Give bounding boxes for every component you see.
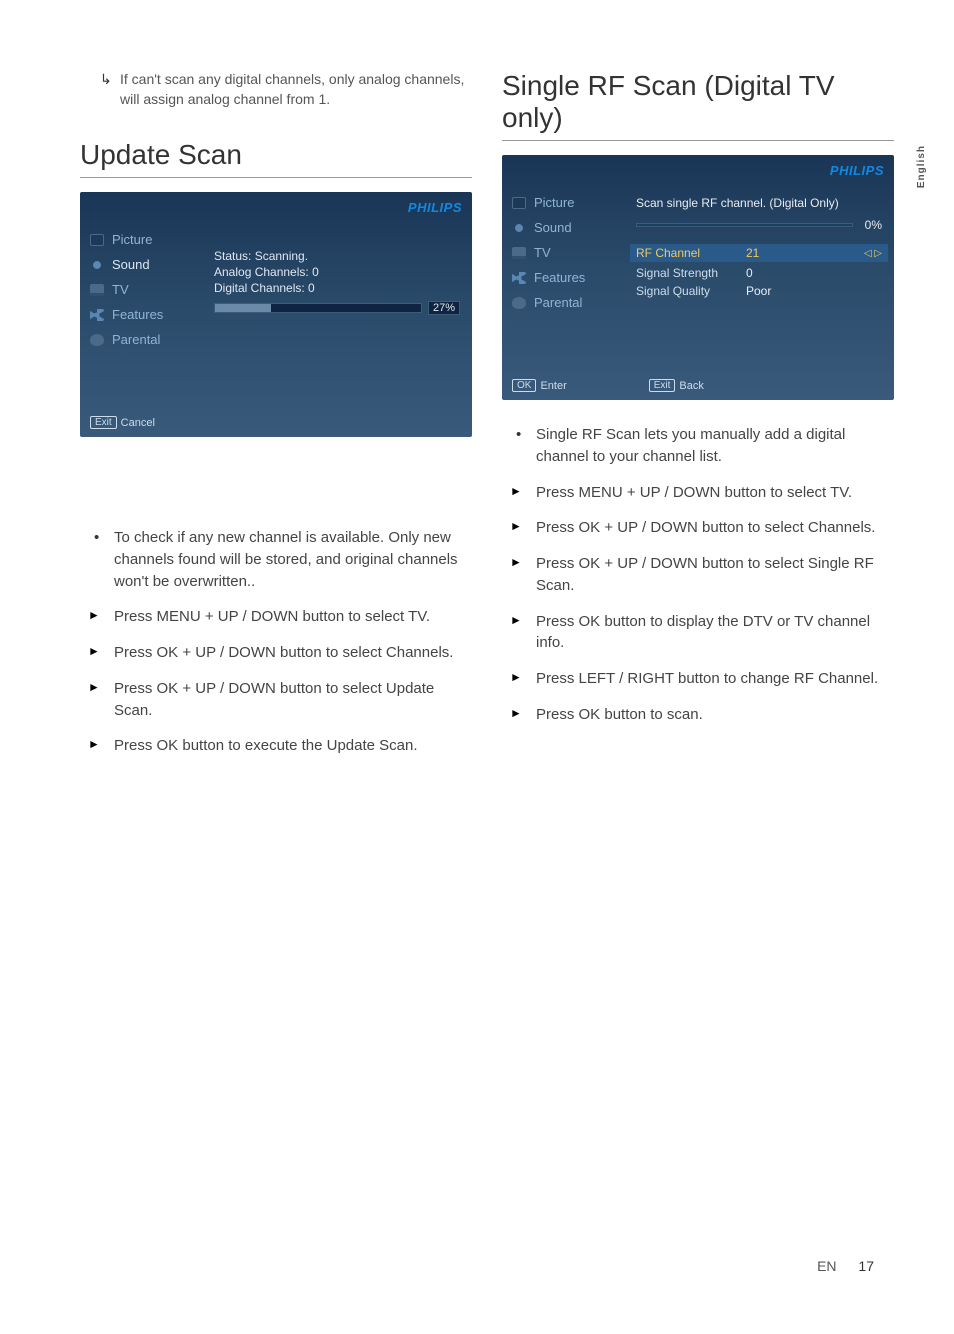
list-item: Press OK + UP / DOWN button to select Ch… bbox=[502, 517, 894, 539]
sidebar-label: Parental bbox=[534, 295, 582, 310]
rf-bar-wrap: 0% bbox=[636, 218, 882, 232]
signal-quality-row: Signal Quality Poor bbox=[636, 282, 882, 300]
cancel-label: Cancel bbox=[121, 417, 155, 429]
sound-icon bbox=[512, 222, 526, 234]
footer-page: 17 bbox=[858, 1258, 874, 1274]
tv-icon bbox=[512, 247, 526, 259]
sound-icon bbox=[90, 259, 104, 271]
lr-arrows-icon: ◁ ▷ bbox=[864, 248, 882, 259]
sidebar-label: Picture bbox=[112, 232, 152, 247]
parental-icon bbox=[512, 297, 526, 309]
status-line: Status: Scanning. bbox=[214, 249, 460, 263]
tv-sidebar: Picture Sound TV Features Parental bbox=[502, 182, 622, 323]
signal-strength-label: Signal Strength bbox=[636, 266, 746, 280]
sidebar-sound: Sound bbox=[80, 252, 200, 277]
sidebar-label: Features bbox=[534, 270, 585, 285]
page-footer: EN 17 bbox=[817, 1258, 874, 1274]
sidebar-label: Sound bbox=[534, 220, 572, 235]
signal-strength-value: 0 bbox=[746, 266, 753, 280]
rf-heading: Scan single RF channel. (Digital Only) bbox=[636, 196, 882, 210]
signal-quality-value: Poor bbox=[746, 284, 771, 298]
tv-content: Status: Scanning. Analog Channels: 0 Dig… bbox=[200, 219, 472, 360]
features-icon bbox=[90, 309, 104, 321]
list-item: Press MENU + UP / DOWN button to select … bbox=[80, 606, 472, 628]
tv-content: Scan single RF channel. (Digital Only) 0… bbox=[622, 182, 894, 323]
rf-pct: 0% bbox=[865, 218, 882, 232]
update-scan-steps: To check if any new channel is available… bbox=[80, 527, 472, 757]
update-scan-screenshot: PHILIPS Picture Sound TV Features Parent… bbox=[80, 192, 472, 437]
list-item: Single RF Scan lets you manually add a d… bbox=[502, 424, 894, 468]
rf-channel-row: RF Channel 21 ◁ ▷ bbox=[630, 244, 888, 262]
tv-footer: Exit Cancel bbox=[90, 416, 171, 429]
list-item: Press OK button to display the DTV or TV… bbox=[502, 611, 894, 655]
picture-icon bbox=[90, 234, 104, 246]
language-tab: English bbox=[916, 145, 927, 188]
signal-strength-row: Signal Strength 0 bbox=[636, 264, 882, 282]
update-scan-heading: Update Scan bbox=[80, 139, 472, 178]
parental-icon bbox=[90, 334, 104, 346]
rf-channel-value: 21 bbox=[746, 246, 864, 260]
hook-arrow-icon: ↳ bbox=[100, 70, 112, 90]
signal-quality-label: Signal Quality bbox=[636, 284, 746, 298]
footer-lang: EN bbox=[817, 1258, 836, 1274]
exit-key: Exit bbox=[90, 416, 117, 429]
list-item: Press OK + UP / DOWN button to select Ch… bbox=[80, 642, 472, 664]
tv-icon bbox=[90, 284, 104, 296]
enter-label: Enter bbox=[540, 380, 566, 392]
tv-footer: OK Enter Exit Back bbox=[512, 379, 720, 392]
page: ↳ If can't scan any digital channels, on… bbox=[0, 0, 954, 811]
intro-note: ↳ If can't scan any digital channels, on… bbox=[80, 70, 472, 109]
tv-sidebar: Picture Sound TV Features Parental bbox=[80, 219, 200, 360]
sidebar-label: TV bbox=[112, 282, 129, 297]
left-column: ↳ If can't scan any digital channels, on… bbox=[80, 70, 472, 771]
single-rf-steps: Single RF Scan lets you manually add a d… bbox=[502, 424, 894, 726]
sidebar-tv: TV bbox=[502, 240, 622, 265]
ok-key: OK bbox=[512, 379, 536, 392]
sidebar-label: Sound bbox=[112, 257, 150, 272]
analog-line: Analog Channels: 0 bbox=[214, 265, 460, 279]
progress-bar bbox=[214, 303, 422, 313]
list-item: Press OK button to scan. bbox=[502, 704, 894, 726]
rf-progress-bar bbox=[636, 223, 853, 227]
sidebar-label: Features bbox=[112, 307, 163, 322]
philips-brand: PHILIPS bbox=[502, 163, 894, 182]
sidebar-label: TV bbox=[534, 245, 551, 260]
sidebar-features: Features bbox=[80, 302, 200, 327]
sidebar-label: Picture bbox=[534, 195, 574, 210]
progress-pct: 27% bbox=[428, 301, 460, 315]
sidebar-features: Features bbox=[502, 265, 622, 290]
list-item: To check if any new channel is available… bbox=[80, 527, 472, 592]
back-label: Back bbox=[679, 380, 703, 392]
sidebar-parental: Parental bbox=[502, 290, 622, 315]
sidebar-picture: Picture bbox=[502, 190, 622, 215]
list-item: Press OK + UP / DOWN button to select Si… bbox=[502, 553, 894, 597]
sidebar-picture: Picture bbox=[80, 227, 200, 252]
single-rf-screenshot: PHILIPS Picture Sound TV Features Parent… bbox=[502, 155, 894, 400]
sidebar-sound: Sound bbox=[502, 215, 622, 240]
intro-text: If can't scan any digital channels, only… bbox=[120, 71, 464, 107]
single-rf-heading: Single RF Scan (Digital TV only) bbox=[502, 70, 894, 141]
list-item: Press OK + UP / DOWN button to select Up… bbox=[80, 678, 472, 722]
list-item: Press OK button to execute the Update Sc… bbox=[80, 735, 472, 757]
right-column: Single RF Scan (Digital TV only) PHILIPS… bbox=[502, 70, 894, 771]
rf-channel-label: RF Channel bbox=[636, 246, 746, 260]
list-item: Press LEFT / RIGHT button to change RF C… bbox=[502, 668, 894, 690]
philips-brand: PHILIPS bbox=[80, 200, 472, 219]
sidebar-tv: TV bbox=[80, 277, 200, 302]
exit-key: Exit bbox=[649, 379, 676, 392]
progress-wrap: 27% bbox=[214, 301, 460, 315]
picture-icon bbox=[512, 197, 526, 209]
sidebar-parental: Parental bbox=[80, 327, 200, 352]
progress-fill bbox=[215, 304, 271, 312]
sidebar-label: Parental bbox=[112, 332, 160, 347]
features-icon bbox=[512, 272, 526, 284]
digital-line: Digital Channels: 0 bbox=[214, 281, 460, 295]
list-item: Press MENU + UP / DOWN button to select … bbox=[502, 482, 894, 504]
